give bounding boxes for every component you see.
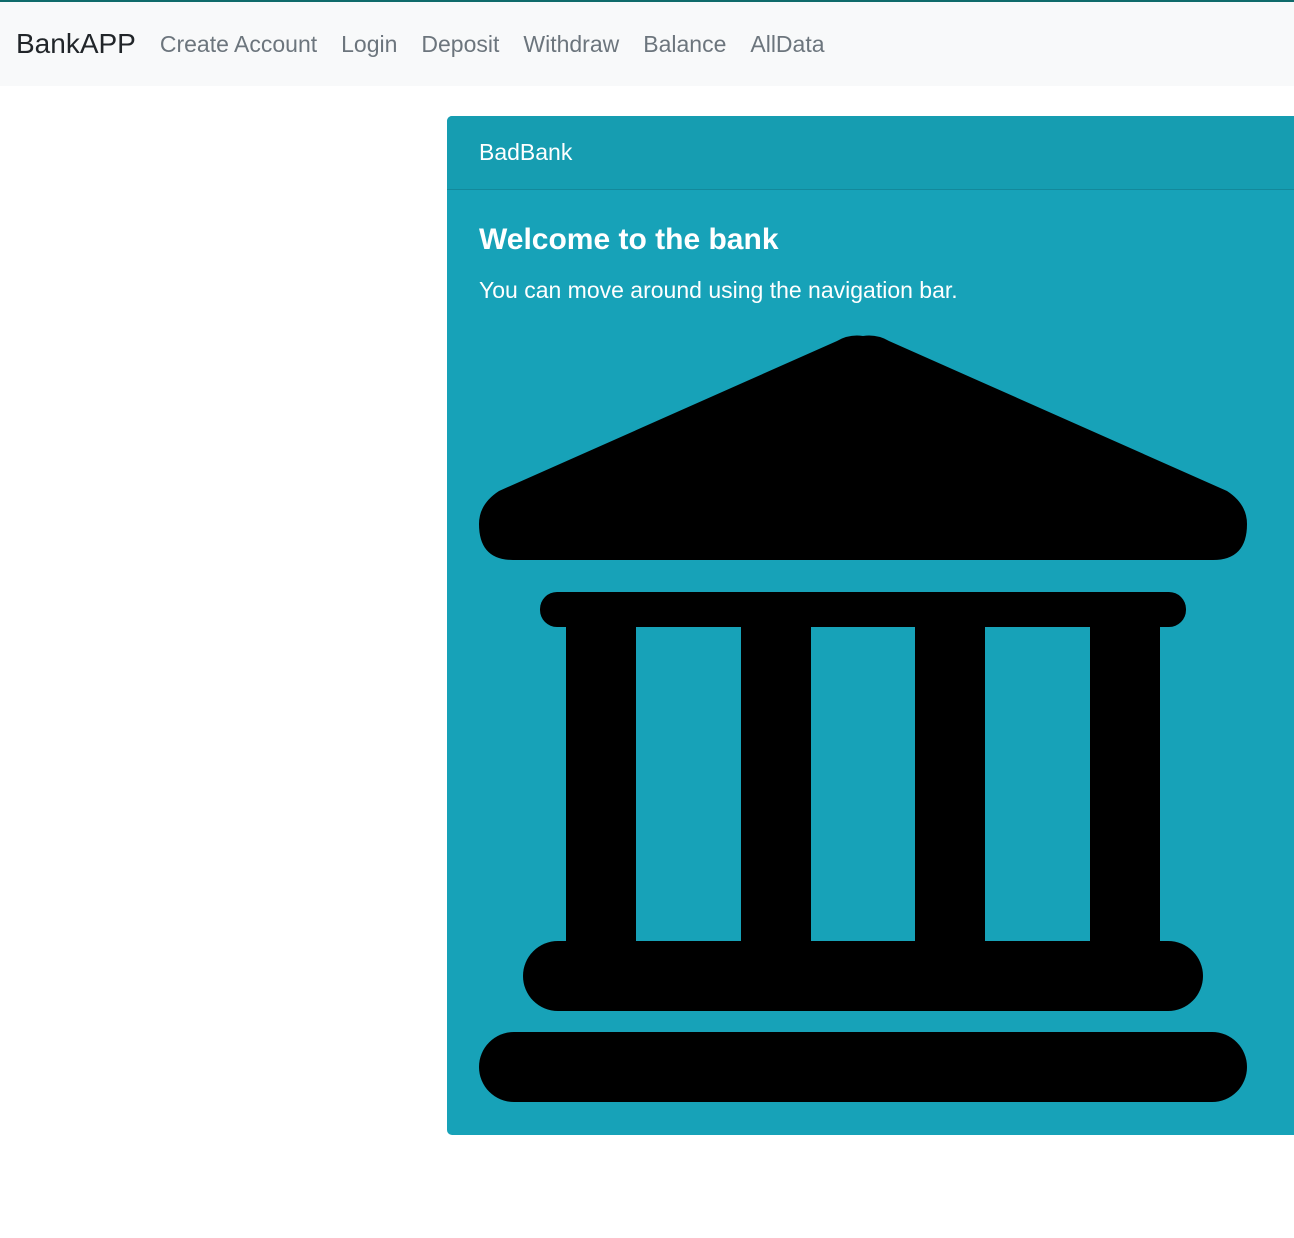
card-header: BadBank bbox=[447, 116, 1294, 190]
nav-link-create-account[interactable]: Create Account bbox=[148, 32, 329, 56]
nav-link-alldata[interactable]: AllData bbox=[738, 32, 836, 56]
card-title: Welcome to the bank bbox=[479, 223, 779, 256]
card-text: You can move around using the navigation… bbox=[479, 277, 958, 303]
navbar: BankAPP Create Account Login Deposit Wit… bbox=[0, 2, 1294, 86]
nav-link-withdraw[interactable]: Withdraw bbox=[511, 32, 631, 56]
welcome-card: BadBank Welcome to the bank You can move… bbox=[447, 116, 1294, 1135]
nav-link-deposit[interactable]: Deposit bbox=[409, 32, 511, 56]
nav-link-login[interactable]: Login bbox=[329, 32, 409, 56]
card-body: Welcome to the bank You can move around … bbox=[447, 190, 1294, 306]
navbar-brand[interactable]: BankAPP bbox=[16, 30, 136, 58]
bank-building-icon bbox=[479, 335, 1247, 1102]
nav-link-balance[interactable]: Balance bbox=[631, 32, 738, 56]
